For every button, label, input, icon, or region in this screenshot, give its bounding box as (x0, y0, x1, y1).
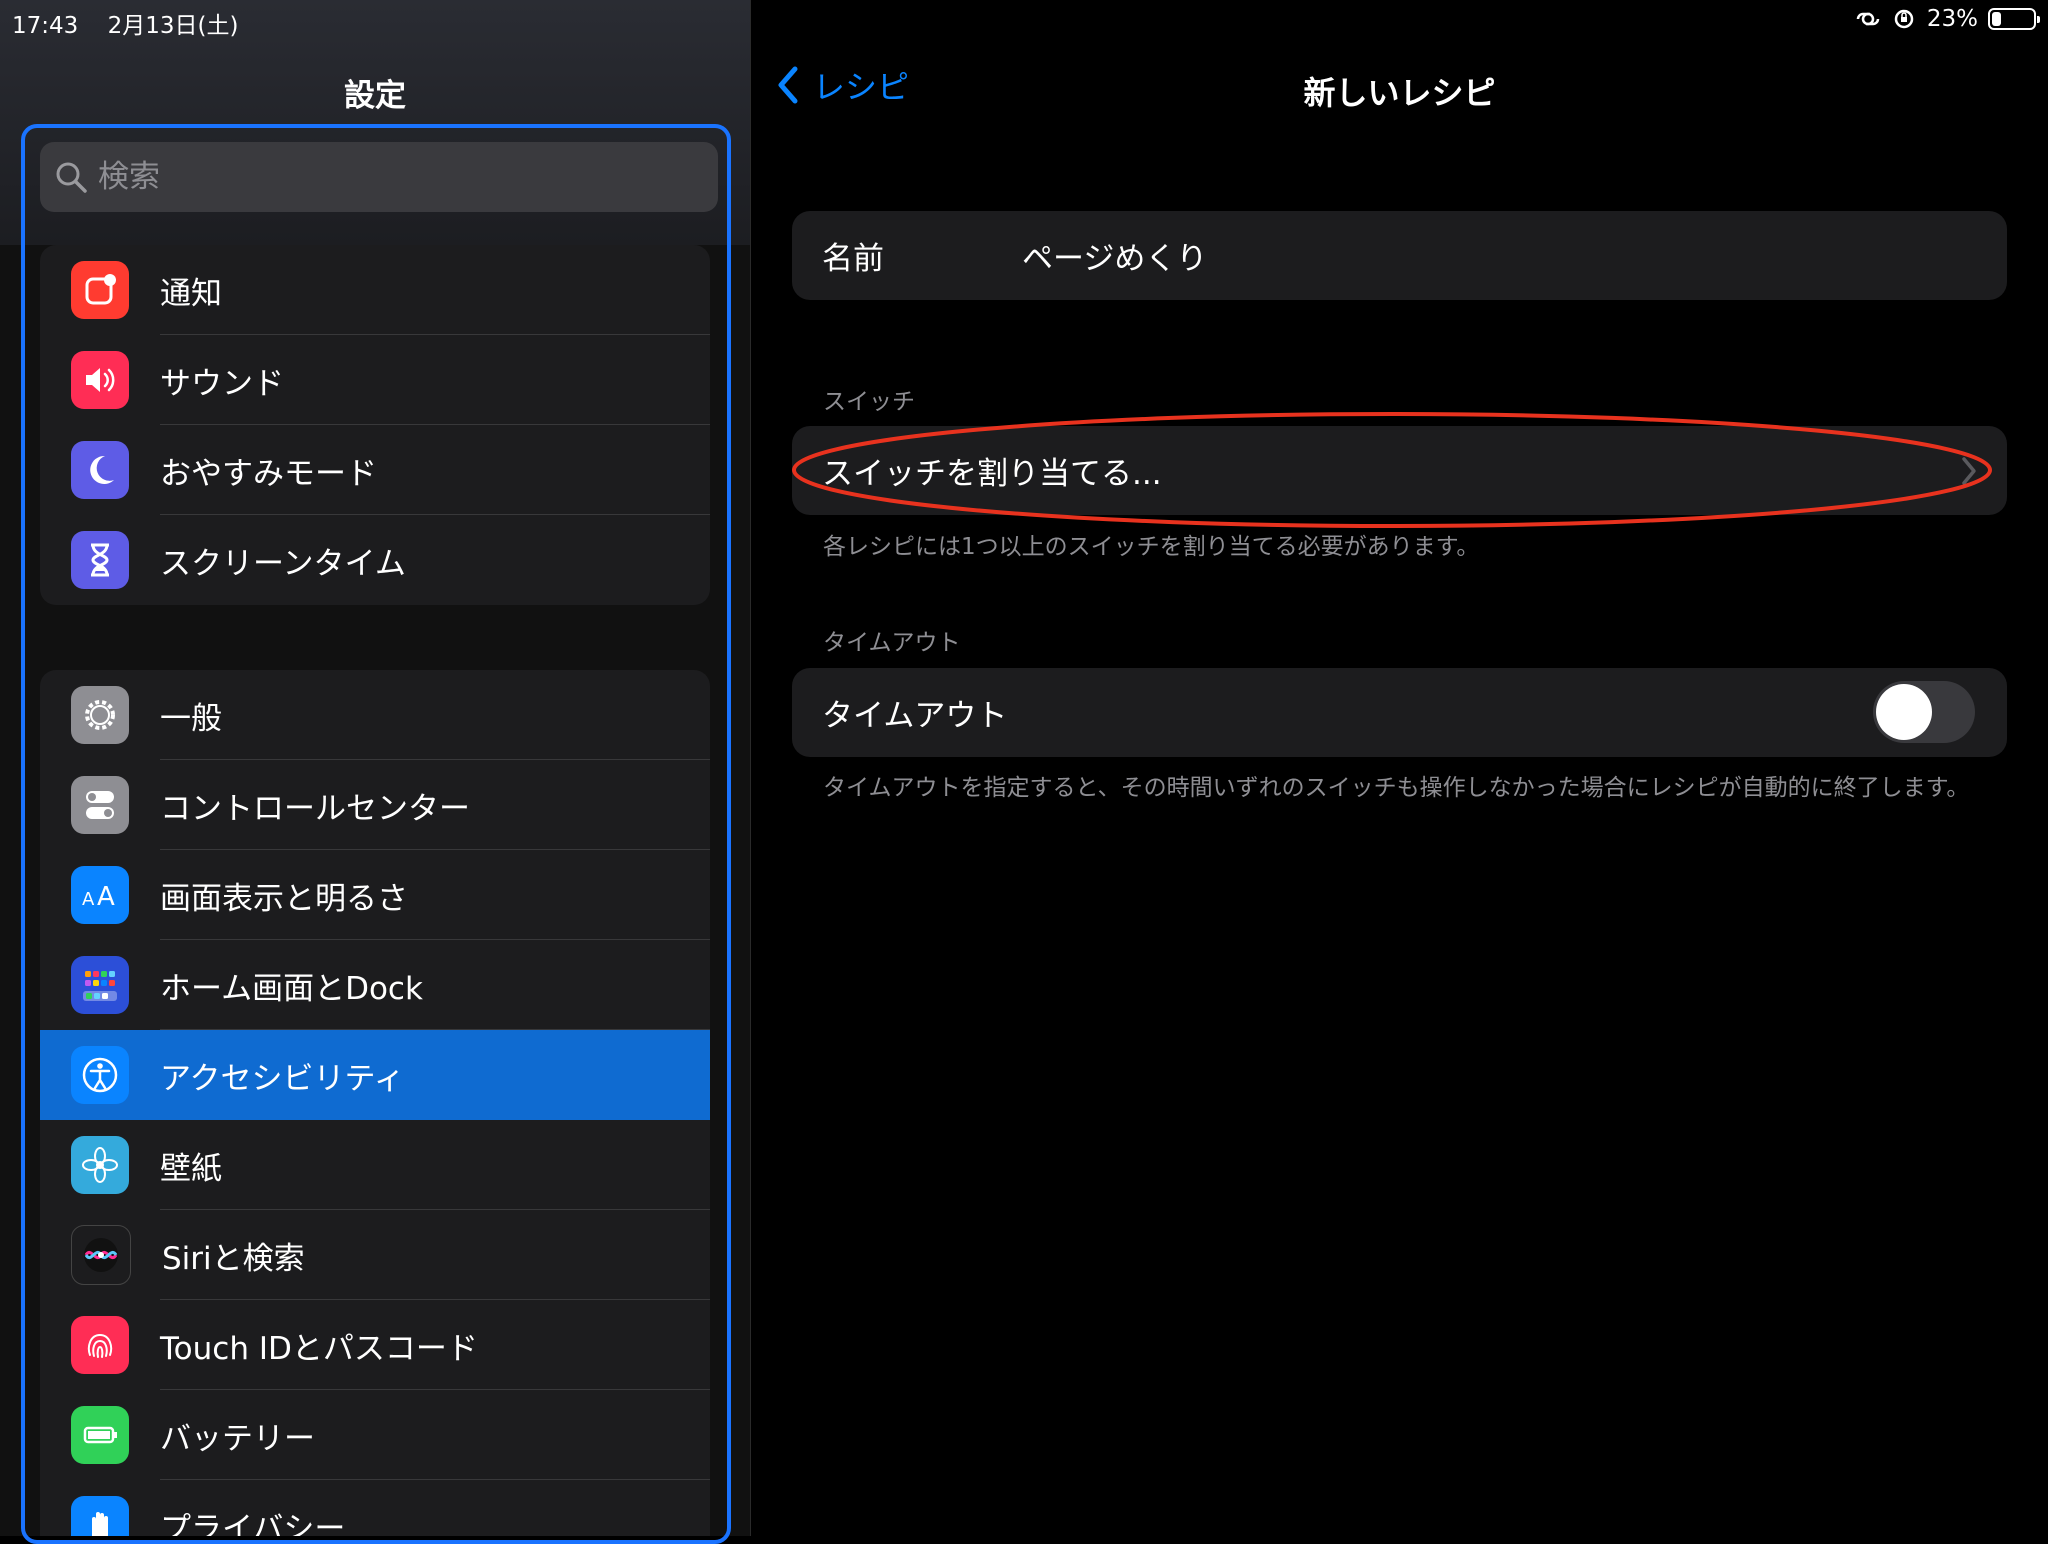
sidebar-item-label: 画面表示と明るさ (160, 880, 408, 917)
sidebar-item-label: コントロールセンター (160, 790, 470, 827)
sidebar-item-label: 壁紙 (160, 1150, 222, 1187)
hourglass-icon (71, 531, 129, 589)
search-icon (56, 162, 87, 193)
sidebar-item-speaker[interactable]: サウンド (40, 335, 710, 425)
status-bar-left: 17:43 2月13日(土) (12, 6, 260, 40)
sidebar-item-label: プライバシー (160, 1510, 346, 1537)
sidebar-item-siri[interactable]: Siriと検索 (40, 1210, 710, 1300)
search-input[interactable] (96, 158, 660, 196)
home-grid-icon (71, 956, 129, 1014)
name-label: 名前 (822, 241, 884, 277)
assign-switch-label: スイッチを割り当てる... (822, 456, 1162, 492)
sidebar-item-label: バッテリー (160, 1420, 315, 1457)
sidebar-title: 設定 (344, 78, 406, 114)
sidebar-item-accessibility[interactable]: アクセシビリティ (40, 1030, 710, 1120)
battery-icon (1988, 8, 2040, 30)
timeout-label: タイムアウト (822, 698, 1008, 734)
sidebar-item-moon[interactable]: おやすみモード (40, 425, 710, 515)
text-size-icon: AA (71, 866, 129, 924)
toggle-knob (1876, 684, 1932, 740)
status-time: 17:43 (12, 13, 79, 39)
sidebar-item-battery[interactable]: バッテリー (40, 1390, 710, 1480)
sidebar-item-label: Touch IDとパスコード (160, 1330, 478, 1367)
assign-switch-row[interactable]: スイッチを割り当てる... (792, 426, 2007, 515)
flower-icon (71, 1136, 129, 1194)
timeout-footnote: タイムアウトを指定すると、その時間いずれのスイッチも操作しなかった場合にレシピが… (823, 775, 1970, 801)
sidebar-item-gear[interactable]: 一般 (40, 670, 710, 760)
battery-icon (71, 1406, 129, 1464)
assign-footnote: 各レシピには1つ以上のスイッチを割り当てる必要があります。 (823, 534, 1480, 560)
name-field[interactable]: ページめくり (1022, 233, 1207, 278)
page-title: 新しいレシピ (1303, 74, 1496, 112)
switch-section-header: スイッチ (823, 389, 915, 415)
sidebar-item-label: 通知 (160, 275, 222, 312)
sidebar-item-notification[interactable]: 通知 (40, 245, 710, 335)
search-bar[interactable] (40, 142, 718, 212)
status-bar-right: 23% (1855, 6, 2040, 32)
moon-icon (71, 441, 129, 499)
sidebar-item-label: ホーム画面とDock (160, 970, 423, 1007)
settings-sidebar: 設定 通知サウンドおやすみモードスクリーンタイム 一般コントロールセンター AA 画… (0, 0, 751, 1536)
gear-icon (71, 686, 129, 744)
sidebar-item-label: Siriと検索 (162, 1240, 305, 1277)
timeout-toggle[interactable] (1873, 681, 1975, 743)
rotation-lock-icon (1894, 9, 1914, 29)
hand-icon (71, 1496, 129, 1536)
sidebar-item-flower[interactable]: 壁紙 (40, 1120, 710, 1210)
notification-icon (71, 261, 129, 319)
fingerprint-icon (71, 1316, 129, 1374)
accessibility-icon (71, 1046, 129, 1104)
settings-group-1: 通知サウンドおやすみモード スクリーンタイム (40, 245, 710, 605)
sidebar-item-label: スクリーンタイム (160, 545, 406, 582)
battery-percent: 23% (1926, 6, 1978, 32)
sidebar-item-hourglass[interactable]: スクリーンタイム (40, 515, 710, 605)
svg-text:A: A (97, 882, 115, 912)
siri-icon (71, 1225, 131, 1285)
settings-group-2: 一般コントロールセンター A A 画面表示と明るさ ホーム画面とDock アクセシビリティ… (40, 670, 710, 1536)
sidebar-item-text-size[interactable]: A A 画面表示と明るさ (40, 850, 710, 940)
name-row[interactable]: 名前 ページめくり (792, 211, 2007, 300)
timeout-row: タイムアウト (792, 668, 2007, 757)
toggles-icon (71, 776, 129, 834)
sidebar-item-toggles[interactable]: コントロールセンター (40, 760, 710, 850)
sidebar-item-label: サウンド (160, 365, 284, 402)
sidebar-item-label: アクセシビリティ (160, 1060, 405, 1097)
speaker-icon (71, 351, 129, 409)
sidebar-item-label: おやすみモード (160, 455, 377, 492)
sidebar-item-label: 一般 (160, 700, 222, 737)
chevron-right-icon (1962, 457, 1976, 485)
svg-text:A: A (82, 889, 95, 910)
sidebar-item-hand[interactable]: プライバシー (40, 1480, 710, 1536)
status-date: 2月13日(土) (107, 13, 239, 39)
sidebar-item-fingerprint[interactable]: Touch IDとパスコード (40, 1300, 710, 1390)
sidebar-item-home-grid[interactable]: ホーム画面とDock (40, 940, 710, 1030)
link-icon (1856, 12, 1880, 26)
timeout-section-header: タイムアウト (823, 630, 961, 656)
